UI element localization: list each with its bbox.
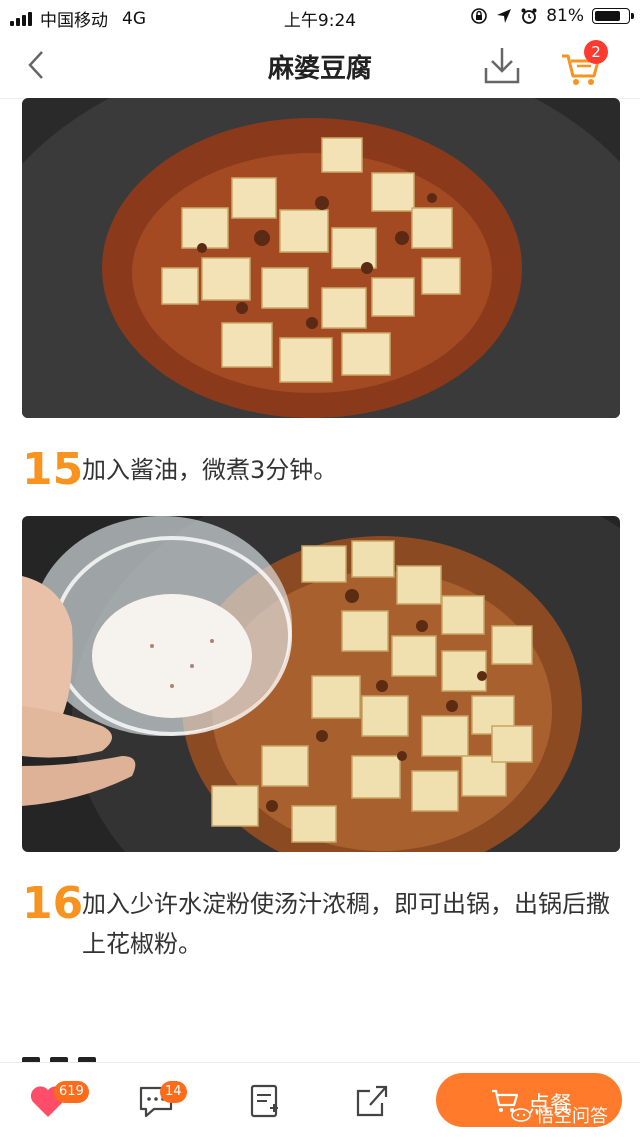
step-number: 15 — [22, 444, 84, 495]
share-icon[interactable] — [352, 1081, 392, 1121]
step-number: 16 — [22, 878, 84, 929]
step-16: 16 加入少许水淀粉使汤汁浓稠，即可出锅，出锅后撒上花椒粉。 — [22, 878, 620, 968]
step-15: 15 加入酱油，微煮3分钟。 — [22, 444, 620, 504]
battery-icon — [592, 8, 634, 24]
status-bar: 中国移动 4G 上午9:24 81% — [0, 0, 640, 34]
likes-badge: 619 — [54, 1081, 89, 1103]
battery-fill — [595, 11, 620, 21]
step-text: 加入少许水淀粉使汤汁浓稠，即可出锅，出锅后撒上花椒粉。 — [82, 890, 610, 958]
rotation-lock-icon — [471, 8, 488, 24]
cart-badge: 2 — [584, 40, 608, 64]
watermark-text: 悟空问答 — [536, 1106, 608, 1127]
nav-bar: 麻婆豆腐 — [0, 34, 640, 99]
page-title: 麻婆豆腐 — [267, 54, 372, 84]
step-text: 加入酱油，微煮3分钟。 — [82, 456, 338, 484]
comments-badge: 14 — [160, 1081, 187, 1103]
location-icon — [497, 9, 512, 23]
status-right: 81% — [470, 6, 634, 26]
download-icon[interactable] — [480, 44, 524, 88]
step-photo-15 — [22, 516, 620, 852]
note-edit-icon[interactable] — [244, 1081, 284, 1121]
alarm-icon — [521, 8, 537, 24]
next-section-heading-partial — [22, 1052, 142, 1062]
watermark-logo-icon — [511, 1108, 531, 1122]
step-photo-14 — [22, 98, 620, 418]
battery-percent: 81% — [546, 6, 584, 26]
watermark: 悟空问答 — [510, 1102, 608, 1128]
